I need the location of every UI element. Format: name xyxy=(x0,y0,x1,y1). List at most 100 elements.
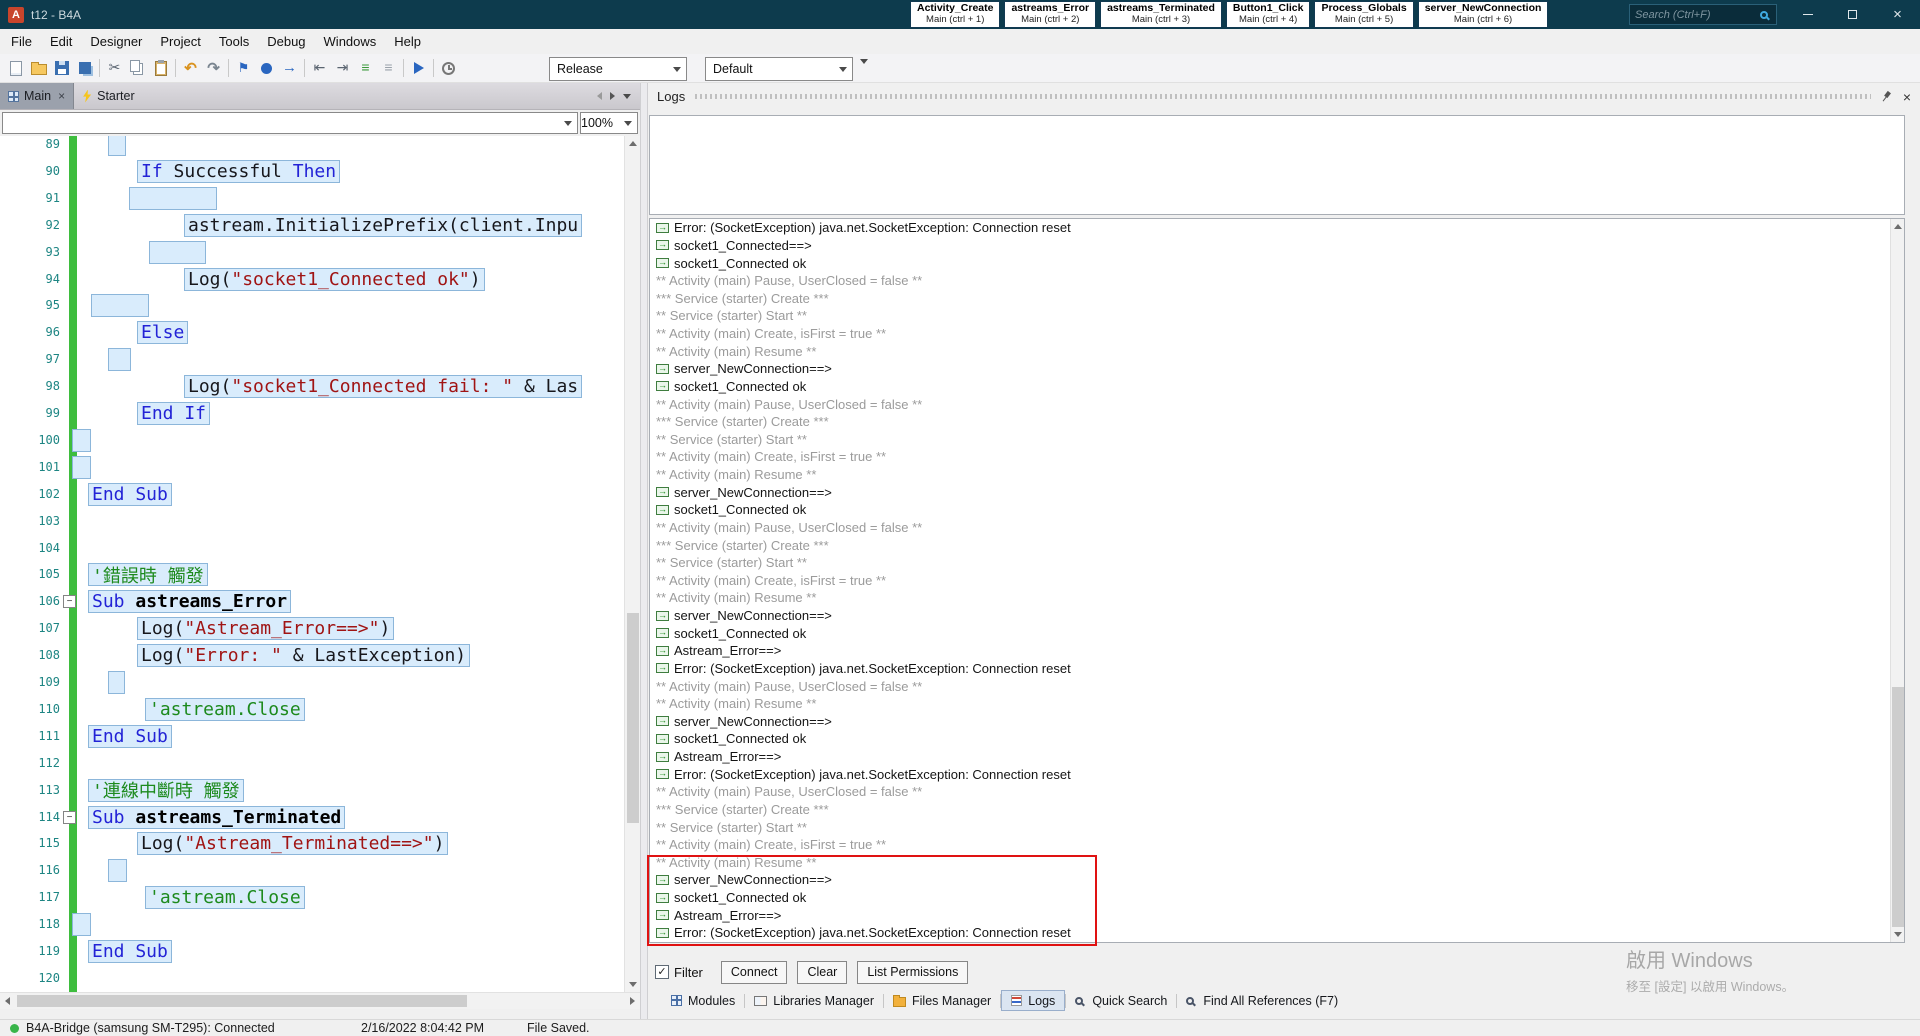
save-icon-button[interactable] xyxy=(50,57,73,80)
close-tab-icon[interactable]: × xyxy=(58,89,65,103)
log-entry[interactable]: ** Service (starter) Start ** xyxy=(650,818,1904,836)
scroll-down-icon[interactable] xyxy=(625,977,640,992)
toolbar-overflow-icon[interactable] xyxy=(860,59,868,82)
code-line[interactable] xyxy=(0,857,624,884)
code-line[interactable]: Log("Error: " & LastException) xyxy=(0,642,624,669)
comment-icon-button[interactable] xyxy=(354,57,377,80)
chevron-down-icon[interactable] xyxy=(559,113,577,133)
chevron-down-icon[interactable] xyxy=(834,58,852,80)
log-entry[interactable]: socket1_Connected ok xyxy=(650,378,1904,396)
code-line[interactable] xyxy=(0,454,624,481)
scroll-right-icon[interactable] xyxy=(625,993,640,1009)
menu-designer[interactable]: Designer xyxy=(81,29,151,54)
menu-tools[interactable]: Tools xyxy=(210,29,258,54)
log-entry[interactable]: ** Activity (main) Pause, UserClosed = f… xyxy=(650,783,1904,801)
log-entry[interactable]: Error: (SocketException) java.net.Socket… xyxy=(650,765,1904,783)
editor-vertical-scrollbar[interactable] xyxy=(624,136,640,992)
log-entry[interactable]: ** Activity (main) Pause, UserClosed = f… xyxy=(650,272,1904,290)
log-entry[interactable]: server_NewConnection==> xyxy=(650,713,1904,731)
menu-edit[interactable]: Edit xyxy=(41,29,81,54)
code-line[interactable] xyxy=(0,965,624,992)
scrollbar-thumb[interactable] xyxy=(627,613,639,823)
log-entry[interactable]: ** Activity (main) Pause, UserClosed = f… xyxy=(650,677,1904,695)
log-entry[interactable]: ** Activity (main) Pause, UserClosed = f… xyxy=(650,519,1904,537)
hotkey-tab-astreams_terminated[interactable]: astreams_Terminated Main (ctrl + 3) xyxy=(1100,1,1222,28)
menu-project[interactable]: Project xyxy=(151,29,209,54)
scrollbar-thumb[interactable] xyxy=(1892,687,1904,928)
hotkey-tab-activity_create[interactable]: Activity_Create Main (ctrl + 1) xyxy=(910,1,1001,28)
tool-tab-logs[interactable]: Logs xyxy=(1001,990,1066,1011)
code-line[interactable]: '連線中斷時 觸發 xyxy=(0,777,624,804)
scroll-up-icon[interactable] xyxy=(1891,219,1904,234)
log-entry[interactable]: socket1_Connected ok xyxy=(650,254,1904,272)
code-line[interactable]: End Sub xyxy=(0,481,624,508)
minimize-button[interactable] xyxy=(1785,0,1830,29)
log-entry[interactable]: server_NewConnection==> xyxy=(650,360,1904,378)
panel-close-icon[interactable]: × xyxy=(1903,90,1911,104)
log-filter-dropdown[interactable]: Default xyxy=(705,57,853,81)
tab-starter[interactable]: Starter xyxy=(74,83,143,109)
redo-icon-button[interactable] xyxy=(202,57,225,80)
close-button[interactable]: × xyxy=(1875,0,1920,29)
menu-file[interactable]: File xyxy=(2,29,41,54)
hotkey-tab-server_newconnection[interactable]: server_NewConnection Main (ctrl + 6) xyxy=(1417,1,1549,28)
log-entry[interactable]: *** Service (starter) Create *** xyxy=(650,536,1904,554)
tool-tab-quick-search[interactable]: Quick Search xyxy=(1066,990,1176,1011)
log-entry[interactable]: *** Service (starter) Create *** xyxy=(650,290,1904,308)
code-line[interactable]: If Successful Then xyxy=(0,158,624,185)
scroll-left-icon[interactable] xyxy=(0,993,15,1009)
uncomment-icon-button[interactable] xyxy=(377,57,400,80)
log-entry[interactable]: ** Service (starter) Start ** xyxy=(650,431,1904,449)
code-line[interactable]: Log("socket1_Connected ok") xyxy=(0,266,624,293)
hotkey-tab-button1_click[interactable]: Button1_Click Main (ctrl + 4) xyxy=(1225,1,1311,28)
code-line[interactable]: 'astream.Close xyxy=(0,696,624,723)
log-scrollbar[interactable] xyxy=(1890,219,1904,942)
code-line[interactable]: Log("socket1_Connected fail: " & Las xyxy=(0,373,624,400)
menu-windows[interactable]: Windows xyxy=(315,29,386,54)
log-entry[interactable]: ** Service (starter) Start ** xyxy=(650,307,1904,325)
log-entry[interactable]: ** Activity (main) Resume ** xyxy=(650,589,1904,607)
clear-button[interactable]: Clear xyxy=(797,960,848,984)
scroll-down-icon[interactable] xyxy=(1891,927,1904,942)
code-line[interactable]: End If xyxy=(0,400,624,427)
run-icon-button[interactable] xyxy=(407,57,430,80)
declaration-dropdown[interactable] xyxy=(2,112,578,134)
scroll-up-icon[interactable] xyxy=(625,136,640,151)
code-line[interactable]: astream.InitializePrefix(client.Inpu xyxy=(0,212,624,239)
breakpoint-icon-button[interactable] xyxy=(255,57,278,80)
undo-icon-button[interactable] xyxy=(179,57,202,80)
log-entry[interactable]: ** Activity (main) Resume ** xyxy=(650,695,1904,713)
log-entry[interactable]: ** Activity (main) Resume ** xyxy=(650,342,1904,360)
code-line[interactable] xyxy=(0,185,624,212)
chevron-down-icon[interactable] xyxy=(619,113,637,133)
outdent-icon-button[interactable] xyxy=(308,57,331,80)
indent-icon-button[interactable] xyxy=(331,57,354,80)
code-line[interactable]: Sub astreams_Terminated xyxy=(0,804,624,831)
zoom-dropdown[interactable]: 100% xyxy=(580,112,638,134)
code-line[interactable] xyxy=(0,508,624,535)
build-config-dropdown[interactable]: Release xyxy=(549,57,687,81)
cut-icon-button[interactable] xyxy=(103,57,126,80)
code-line[interactable]: 'astream.Close xyxy=(0,884,624,911)
log-entry[interactable]: ** Activity (main) Resume ** xyxy=(650,466,1904,484)
code-line[interactable] xyxy=(0,669,624,696)
log-entry[interactable]: ** Activity (main) Pause, UserClosed = f… xyxy=(650,395,1904,413)
code-line[interactable]: Else xyxy=(0,319,624,346)
tab-scroll-right-icon[interactable] xyxy=(610,92,615,100)
log-entry[interactable]: *** Service (starter) Create *** xyxy=(650,413,1904,431)
pin-icon[interactable] xyxy=(1878,89,1893,104)
code-line[interactable] xyxy=(0,239,624,266)
log-entry[interactable]: socket1_Connected==> xyxy=(650,237,1904,255)
log-entry[interactable]: socket1_Connected ok xyxy=(650,501,1904,519)
log-entry[interactable]: Error: (SocketException) java.net.Socket… xyxy=(650,219,1904,237)
save-all-icon-button[interactable] xyxy=(73,57,96,80)
log-entry[interactable]: server_NewConnection==> xyxy=(650,607,1904,625)
log-entry[interactable]: ** Activity (main) Create, isFirst = tru… xyxy=(650,572,1904,590)
log-entry[interactable]: Astream_Error==> xyxy=(650,748,1904,766)
copy-icon-button[interactable] xyxy=(126,57,149,80)
scrollbar-thumb[interactable] xyxy=(17,995,467,1007)
chevron-down-icon[interactable] xyxy=(668,58,686,80)
paste-icon-button[interactable] xyxy=(149,57,172,80)
tab-list-icon[interactable] xyxy=(623,93,631,99)
tool-tab-find-all-references-f7-[interactable]: Find All References (F7) xyxy=(1177,990,1347,1011)
